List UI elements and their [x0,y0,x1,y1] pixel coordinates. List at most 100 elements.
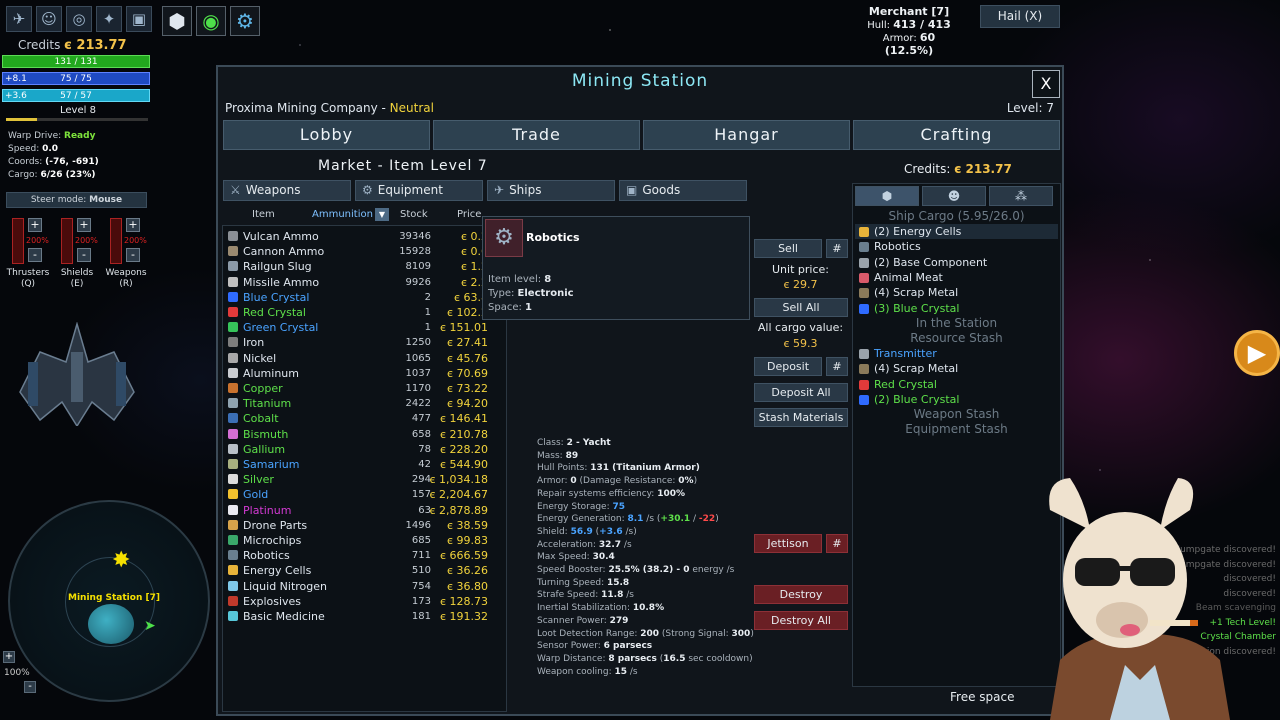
sell-quantity-button[interactable]: # [826,239,848,258]
tab-goods[interactable]: ▣ Goods [619,180,747,201]
item-price: є 36.26 [446,564,488,578]
item-stock: 39346 [399,231,431,242]
item-icon [228,580,238,591]
market-item-row[interactable]: Cannon Ammo 15928 є 0.6 [223,244,506,259]
ship-cargo-header: Ship Cargo (5.95/26.0) [888,209,1025,223]
item-price: є 38.59 [446,518,488,532]
weapon-stash-header: Weapon Stash [913,407,1000,421]
market-item-row[interactable]: Railgun Slug 8109 є 1.2 [223,259,506,274]
item-icon [228,337,238,348]
market-item-row[interactable]: Copper 1170 є 73.22 [223,381,506,396]
shield-bar: +8.1 75 / 75 [2,72,150,85]
column-item[interactable]: Item [252,209,275,220]
tab-hangar[interactable]: Hangar [643,120,850,150]
minimap-zoom-out-button[interactable]: - [24,681,36,693]
market-item-row[interactable]: Explosives 173 є 128.73 [223,594,506,609]
market-item-row[interactable]: Green Crystal 1 є 151.01 [223,320,506,335]
market-item-row[interactable]: Drone Parts 1496 є 38.59 [223,518,506,533]
pilot-icon[interactable]: ☺ [36,6,62,32]
deposit-all-button[interactable]: Deposit All [754,383,848,402]
minimap-zoom-in-button[interactable]: + [3,651,15,663]
market-item-row[interactable]: Energy Cells 510 є 36.26 [223,563,506,578]
market-item-list: Vulcan Ammo 39346 є 0.2 Cannon Ammo 15928 є 0… [222,225,507,712]
stash-materials-button[interactable]: Stash Materials [754,408,848,427]
market-item-row[interactable]: Iron 1250 є 27.41 [223,335,506,350]
item-filter-dropdown[interactable]: Ammunition ▼ [312,208,389,221]
jettison-quantity-button[interactable]: # [826,534,848,553]
stash-item[interactable]: Transmitter [855,346,1058,361]
market-item-row[interactable]: Samarium 42 є 544.90 [223,457,506,472]
gear-icon[interactable]: ⚙ [230,6,260,36]
market-item-row[interactable]: Platinum 63 є 2,878.89 [223,503,506,518]
weapons-minus-button[interactable]: - [126,248,140,262]
column-stock[interactable]: Stock [400,209,428,220]
market-item-row[interactable]: Nickel 1065 є 45.76 [223,351,506,366]
crew-tab-icon[interactable]: ☻ [922,186,986,206]
market-item-row[interactable]: Blue Crystal 2 є 63.8 [223,290,506,305]
ship-icon[interactable]: ✈ [6,6,32,32]
market-item-row[interactable]: Bismuth 658 є 210.78 [223,427,506,442]
shields-plus-button[interactable]: + [77,218,91,232]
destroy-button[interactable]: Destroy [754,585,848,604]
thrusters-plus-button[interactable]: + [28,218,42,232]
tab-lobby[interactable]: Lobby [223,120,430,150]
market-item-row[interactable]: Red Crystal 1 є 102.2 [223,305,506,320]
map-icon[interactable]: ◎ [66,6,92,32]
galaxy-icon[interactable]: ✦ [96,6,122,32]
item-price: є 45.76 [446,351,488,365]
item-name: Gold [243,488,269,502]
cargo-item[interactable]: Animal Meat [855,270,1058,285]
shield-module-icon[interactable]: ◉ [196,6,226,36]
sell-button[interactable]: Sell [754,239,822,258]
stash-item[interactable]: (4) Scrap Metal [855,361,1058,376]
item-icon [228,504,238,515]
station-tabs: Lobby Trade Hangar Crafting [223,120,1060,150]
market-item-row[interactable]: Robotics 711 є 666.59 [223,548,506,563]
materials-tab-icon[interactable]: ⁂ [989,186,1053,206]
item-icon [228,307,238,317]
thrusters-minus-button[interactable]: - [28,248,42,262]
weapon-icon: ⚔ [230,183,241,197]
market-item-row[interactable]: Missile Ammo 9926 є 2.2 [223,275,506,290]
cargo-tab-icon[interactable]: ⬢ [855,186,919,206]
column-price[interactable]: Price [457,209,481,220]
codex-icon[interactable]: ▣ [126,6,152,32]
item-icon [228,367,238,378]
cargo-item[interactable]: Robotics [855,239,1058,254]
stash-item[interactable]: Red Crystal [855,377,1058,392]
sell-all-button[interactable]: Sell All [754,298,848,317]
cargo-item[interactable]: (2) Energy Cells [855,224,1058,239]
market-item-row[interactable]: Aluminum 1037 є 70.69 [223,366,506,381]
market-item-row[interactable]: Vulcan Ammo 39346 є 0.2 [223,229,506,244]
close-button[interactable]: X [1032,70,1060,98]
market-item-row[interactable]: Liquid Nitrogen 754 є 36.80 [223,579,506,594]
shields-minus-button[interactable]: - [77,248,91,262]
deposit-button[interactable]: Deposit [754,357,822,376]
weapons-plus-button[interactable]: + [126,218,140,232]
deposit-quantity-button[interactable]: # [826,357,848,376]
market-item-row[interactable]: Basic Medicine 181 є 191.32 [223,609,506,624]
cargo-item[interactable]: (4) Scrap Metal [855,285,1058,300]
tab-weapons[interactable]: ⚔ Weapons [223,180,351,201]
item-stock: 8109 [405,261,431,273]
destroy-all-button[interactable]: Destroy All [754,611,848,630]
cargo-item[interactable]: (3) Blue Crystal [855,301,1058,316]
tab-equipment[interactable]: ⚙ Equipment [355,180,483,201]
station-window: Mining Station X Proxima Mining Company … [216,65,1064,716]
steer-mode-button[interactable]: Steer mode: Mouse [6,192,147,208]
item-icon [228,398,238,409]
market-item-row[interactable]: Gold 157 є 2,204.67 [223,487,506,502]
market-item-row[interactable]: Gallium 78 є 228.20 [223,442,506,457]
market-item-row[interactable]: Titanium 2422 є 94.20 [223,396,506,411]
hail-button[interactable]: Hail (X) [980,5,1060,28]
stash-item[interactable]: (2) Blue Crystal [855,392,1058,407]
market-item-row[interactable]: Microchips 685 є 99.83 [223,533,506,548]
jettison-button[interactable]: Jettison [754,534,822,553]
cargo-item[interactable]: (2) Base Component [855,255,1058,270]
tab-ships[interactable]: ✈ Ships [487,180,615,201]
tab-crafting[interactable]: Crafting [853,120,1060,150]
tab-trade[interactable]: Trade [433,120,640,150]
asteroid-icon[interactable]: ⬢ [162,6,192,36]
market-item-row[interactable]: Silver 294 є 1,034.18 [223,472,506,487]
market-item-row[interactable]: Cobalt 477 є 146.41 [223,411,506,426]
